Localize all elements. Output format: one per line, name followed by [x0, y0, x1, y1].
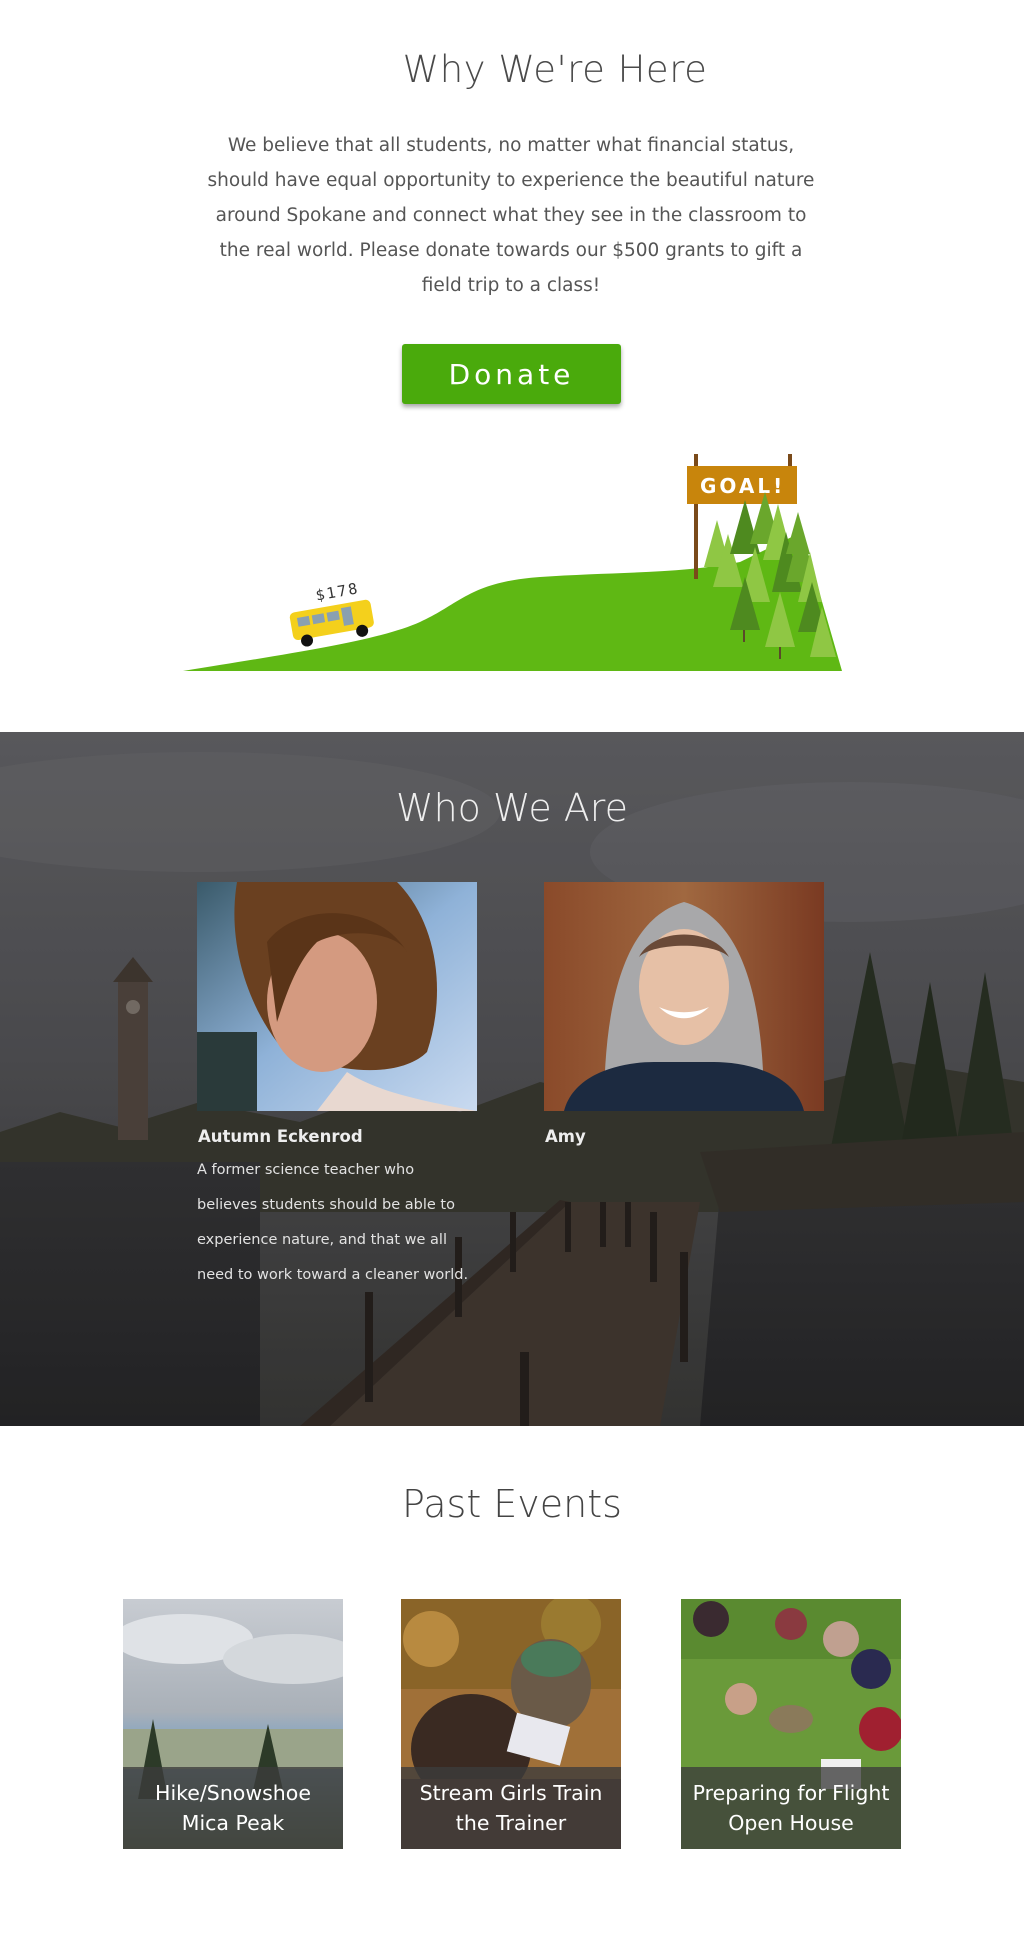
member-photo — [197, 882, 477, 1111]
past-events-section: Past Events Hike/Snowshoe Mica Peak Stre… — [0, 1426, 1024, 1955]
team-member-card: Amy — [544, 882, 824, 1153]
event-card[interactable]: Preparing for Flight Open House — [681, 1599, 901, 1849]
event-card[interactable]: Hike/Snowshoe Mica Peak — [123, 1599, 343, 1849]
team-member-card: Autumn Eckenrod A former science teacher… — [197, 882, 477, 1293]
why-title: Why We're Here — [402, 48, 708, 91]
who-section: Who We Are Autumn Eckenrod A former scie… — [0, 732, 1024, 1426]
member-name: Amy — [545, 1127, 586, 1146]
donation-progress-illustration: GOAL! $178 — [183, 454, 842, 671]
event-title: Hike/Snowshoe Mica Peak — [123, 1767, 343, 1849]
member-bio: A former science teacher who believes st… — [197, 1162, 469, 1283]
why-description: We believe that all students, no matter … — [207, 135, 815, 296]
spokane-riverfront-background — [0, 732, 1024, 1426]
raised-amount: $178 — [314, 579, 361, 604]
event-title: Preparing for Flight Open House — [681, 1767, 901, 1849]
past-events-title: Past Events — [402, 1482, 622, 1526]
member-name: Autumn Eckenrod — [198, 1127, 363, 1146]
who-title: Who We Are — [396, 786, 628, 830]
event-card[interactable]: Stream Girls Train the Trainer — [401, 1599, 621, 1849]
goal-label: GOAL! — [700, 474, 785, 498]
why-section: Why We're Here We believe that all stude… — [0, 0, 1024, 732]
donate-button[interactable]: Donate — [402, 344, 621, 404]
member-photo — [544, 882, 824, 1111]
event-title: Stream Girls Train the Trainer — [401, 1767, 621, 1849]
